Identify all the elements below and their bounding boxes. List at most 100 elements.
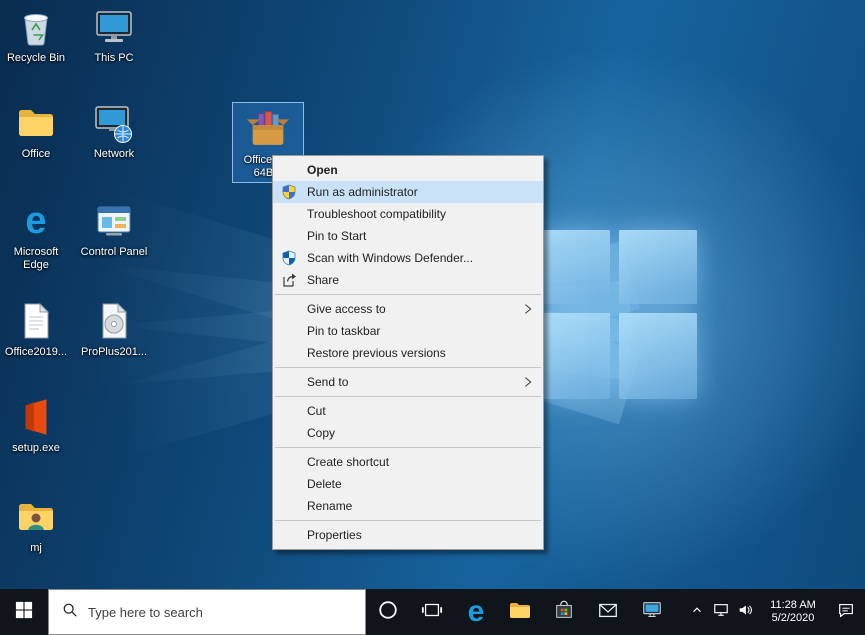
menu-item-label: Delete (307, 477, 342, 491)
desktop-icon-label: Network (94, 148, 134, 161)
desktop-icon-office-folder[interactable]: Office (0, 100, 72, 161)
desktop-icon-microsoft-edge[interactable]: e Microsoft Edge (0, 198, 72, 272)
desktop-icon-label: mj (30, 542, 42, 555)
network-tray-button[interactable] (709, 602, 733, 623)
desktop-wallpaper[interactable]: Recycle Bin This PC Office (0, 0, 865, 589)
menu-item-create-shortcut[interactable]: Create shortcut (273, 451, 543, 473)
show-hidden-icons-button[interactable] (685, 603, 709, 622)
menu-item-pin-to-start[interactable]: Pin to Start (273, 225, 543, 247)
desktop-icon-setup-exe[interactable]: setup.exe (0, 394, 72, 455)
menu-item-copy[interactable]: Copy (273, 422, 543, 444)
svg-text:e: e (25, 200, 46, 242)
desktop-icon-label: Office2019... (5, 346, 67, 359)
search-input[interactable] (88, 605, 338, 620)
menu-separator (275, 367, 541, 368)
context-menu: Open Run as administrator Troubl (272, 155, 544, 550)
network-icon (91, 100, 137, 146)
office-setup-icon (13, 394, 59, 440)
action-center-button[interactable] (829, 601, 863, 624)
menu-item-cut[interactable]: Cut (273, 400, 543, 422)
taskbar-file-explorer-button[interactable] (498, 589, 542, 635)
taskbar: e (0, 589, 865, 635)
desktop-icon-this-pc[interactable]: This PC (78, 4, 150, 65)
menu-item-label: Rename (307, 499, 352, 513)
windows-logo-pane (619, 230, 697, 304)
submenu-chevron-icon (521, 302, 535, 316)
taskbar-clock[interactable]: 11:28 AM 5/2/2020 (757, 599, 829, 625)
taskbar-pinned-app-button[interactable] (630, 589, 674, 635)
menu-item-label: Troubleshoot compatibility (307, 207, 446, 221)
desktop-icon-office2019-file[interactable]: Office2019... (0, 298, 72, 359)
menu-item-troubleshoot-compatibility[interactable]: Troubleshoot compatibility (273, 203, 543, 225)
chevron-up-icon (690, 603, 704, 622)
control-panel-icon (91, 198, 137, 244)
menu-item-label: Copy (307, 426, 335, 440)
menu-item-restore-previous-versions[interactable]: Restore previous versions (273, 342, 543, 364)
menu-item-give-access-to[interactable]: Give access to (273, 298, 543, 320)
task-view-button[interactable] (410, 589, 454, 635)
search-icon (62, 602, 78, 623)
network-icon (713, 602, 729, 623)
menu-item-label: Cut (307, 404, 326, 418)
recycle-bin-icon (13, 4, 59, 50)
menu-item-label: Properties (307, 528, 362, 542)
desktop-icon-network[interactable]: Network (78, 100, 150, 161)
desktop-icon-mj-folder[interactable]: mj (0, 494, 72, 555)
volume-tray-button[interactable] (733, 602, 757, 623)
menu-separator (275, 447, 541, 448)
menu-item-label: Send to (307, 375, 348, 389)
desktop-icon-label: This PC (94, 52, 133, 65)
this-pc-icon (91, 4, 137, 50)
taskbar-store-button[interactable] (542, 589, 586, 635)
taskbar-edge-button[interactable]: e (454, 589, 498, 635)
desktop-icon-recycle-bin[interactable]: Recycle Bin (0, 4, 72, 65)
menu-item-delete[interactable]: Delete (273, 473, 543, 495)
menu-item-label: Pin to taskbar (307, 324, 380, 338)
menu-separator (275, 396, 541, 397)
menu-item-open[interactable]: Open (273, 159, 543, 181)
taskbar-mail-button[interactable] (586, 589, 630, 635)
windows-logo-pane (544, 313, 610, 399)
menu-item-pin-to-taskbar[interactable]: Pin to taskbar (273, 320, 543, 342)
desktop-icon-label: Recycle Bin (7, 52, 65, 65)
menu-item-run-as-administrator[interactable]: Run as administrator (273, 181, 543, 203)
menu-item-label: Share (307, 273, 339, 287)
menu-separator (275, 294, 541, 295)
menu-item-label: Open (307, 163, 338, 177)
submenu-chevron-icon (521, 375, 535, 389)
edge-icon: e (13, 198, 59, 244)
desktop-icon-label: Microsoft Edge (0, 246, 72, 272)
archive-box-icon (245, 106, 291, 152)
menu-item-label: Create shortcut (307, 455, 389, 469)
cortana-icon (377, 599, 399, 626)
start-button[interactable] (0, 589, 48, 635)
menu-item-label: Run as administrator (307, 185, 418, 199)
windows-logo-pane (544, 230, 610, 304)
uac-shield-icon (281, 184, 297, 200)
taskbar-search-box[interactable] (48, 589, 366, 635)
desktop-icon-label: Control Panel (81, 246, 148, 259)
share-icon (281, 272, 297, 288)
clock-date: 5/2/2020 (757, 612, 829, 625)
edge-icon: e (468, 597, 485, 627)
wallpaper-windows-logo (544, 230, 697, 399)
desktop-icon-proplus-file[interactable]: ProPlus201... (78, 298, 150, 359)
desktop-icon-control-panel[interactable]: Control Panel (78, 198, 150, 259)
menu-item-rename[interactable]: Rename (273, 495, 543, 517)
menu-item-scan-with-windows-defender[interactable]: Scan with Windows Defender... (273, 247, 543, 269)
menu-item-share[interactable]: Share (273, 269, 543, 291)
cortana-button[interactable] (366, 589, 410, 635)
menu-item-label: Scan with Windows Defender... (307, 251, 473, 265)
desktop-icon-label: Office (22, 148, 51, 161)
clock-time: 11:28 AM (757, 599, 829, 612)
mail-icon (597, 599, 619, 626)
disc-image-icon (91, 298, 137, 344)
menu-item-send-to[interactable]: Send to (273, 371, 543, 393)
notifications-icon (837, 601, 855, 624)
menu-separator (275, 520, 541, 521)
volume-icon (737, 602, 753, 623)
folder-icon (13, 100, 59, 146)
monitor-icon (641, 599, 663, 626)
system-tray: 11:28 AM 5/2/2020 (685, 589, 865, 635)
menu-item-properties[interactable]: Properties (273, 524, 543, 546)
